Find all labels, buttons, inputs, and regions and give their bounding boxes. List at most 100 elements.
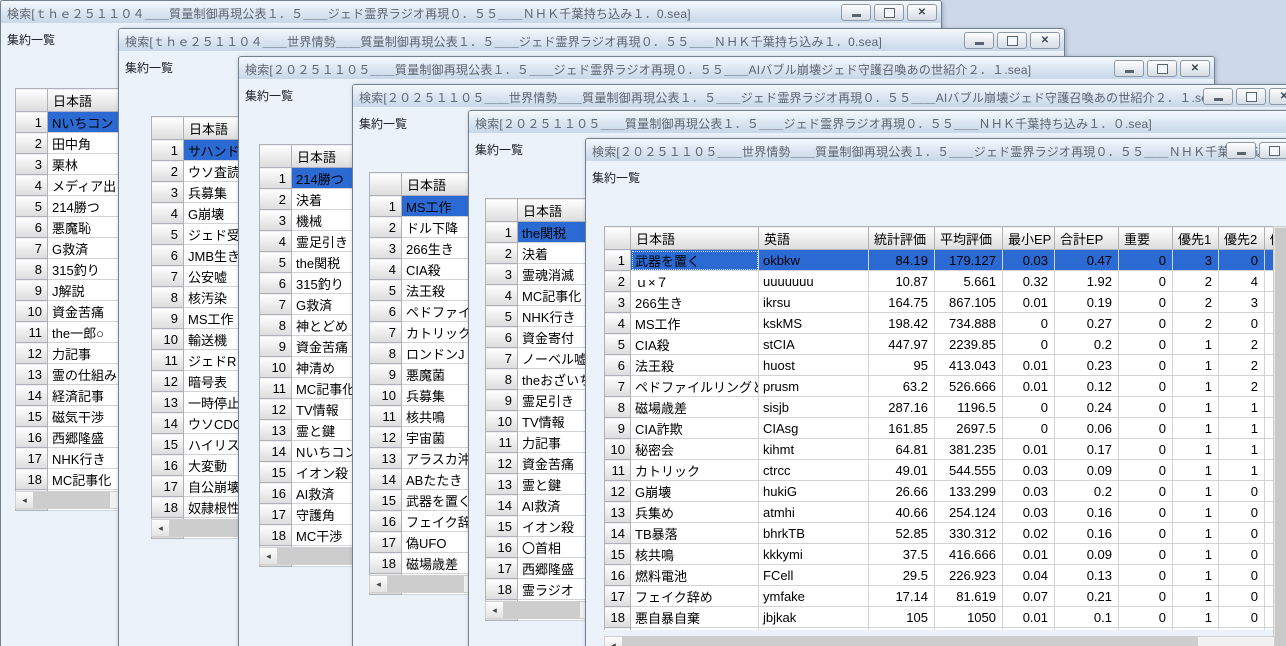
close-button[interactable]: ✕ bbox=[907, 4, 937, 21]
list-item[interactable]: 10 資金苦痛 bbox=[15, 300, 135, 322]
list-item[interactable]: 4 メディア出る bbox=[15, 174, 135, 196]
list-item[interactable]: 9 J解説 bbox=[15, 279, 135, 301]
scrollbar-thumb[interactable] bbox=[623, 637, 1199, 646]
list-item[interactable]: 2 田中角 bbox=[15, 132, 135, 154]
list-item[interactable]: 8 315釣り bbox=[15, 258, 135, 280]
list-item[interactable]: 2 決着 bbox=[485, 242, 598, 264]
list-item[interactable]: 16 〇首相 bbox=[485, 536, 598, 558]
vertical-scrollbar[interactable] bbox=[1273, 226, 1286, 646]
list-item[interactable]: 7 ノーベル嘘 bbox=[485, 347, 598, 369]
table-row[interactable]: 11 カトリック ctrcc 49.01 544.555 0.03 0.09 0 1 1 bbox=[604, 459, 1273, 481]
list-item[interactable]: 18 霊ラジオ bbox=[485, 578, 598, 600]
list-item[interactable]: 12 TV情報 bbox=[259, 398, 364, 420]
list-item[interactable]: 17 NHK行き bbox=[15, 447, 135, 469]
close-button[interactable]: ✕ bbox=[1180, 60, 1210, 77]
table-row[interactable]: 16 燃料電池 FCell 29.5 226.923 0.04 0.13 0 1 0 bbox=[604, 564, 1273, 586]
list-item[interactable]: 7 G救済 bbox=[259, 293, 364, 315]
list-item[interactable]: 8 神とどめ bbox=[259, 314, 364, 336]
list-item[interactable]: 2 決着 bbox=[259, 188, 364, 210]
list-item[interactable]: 15 イオン殺 bbox=[485, 515, 598, 537]
list-item[interactable]: 3 霊魂消滅 bbox=[485, 263, 598, 285]
table-row[interactable]: 6 法王殺 huost 95 413.043 0.01 0.23 0 1 2 bbox=[604, 354, 1273, 376]
scroll-left-button[interactable]: ◂ bbox=[605, 637, 623, 646]
list-item[interactable]: 17 守護角 bbox=[259, 503, 364, 525]
list-item[interactable]: 5 NHK行き bbox=[485, 305, 598, 327]
scroll-left-button[interactable]: ◂ bbox=[16, 492, 34, 508]
horizontal-scrollbar[interactable]: ◂ bbox=[369, 575, 477, 593]
scrollbar-thumb[interactable] bbox=[278, 548, 355, 564]
titlebar[interactable]: 検索[２０２５１１０５＿＿世界情勢＿＿質量制御再現公表１．５＿＿ジェド霊界ラジオ… bbox=[353, 85, 1286, 108]
maximize-button[interactable] bbox=[1147, 60, 1177, 77]
table-row[interactable]: 3 266生き ikrsu 164.75 867.105 0.01 0.19 0 2 3 bbox=[604, 291, 1273, 313]
table-row[interactable]: 5 CIA殺 stCIA 447.97 2239.85 0 0.2 0 1 2 bbox=[604, 333, 1273, 355]
list-item[interactable]: 9 霊足引き bbox=[485, 389, 598, 411]
list-item[interactable]: 12 力記事 bbox=[15, 342, 135, 364]
titlebar[interactable]: 検索[２０２５１１０５＿＿質量制御再現公表１．５＿＿ジェド霊界ラジオ再現０．５５… bbox=[239, 57, 1214, 80]
minimize-button[interactable] bbox=[1226, 142, 1256, 159]
list-item[interactable]: 15 磁気干渉 bbox=[15, 405, 135, 427]
maximize-button[interactable] bbox=[997, 32, 1027, 49]
table-row[interactable]: 19偽UFOnsUFO24.16161.0660.040.15010 bbox=[604, 627, 1273, 630]
list-item[interactable]: 6 資金寄付 bbox=[485, 326, 598, 348]
list-item[interactable]: 9 資金苦痛 bbox=[259, 335, 364, 357]
list-item[interactable]: 1 214勝つ bbox=[259, 167, 364, 189]
titlebar[interactable]: 検索[ｔｈｅ２５１１０４＿＿質量制御再現公表１．５＿＿ジェド霊界ラジオ再現０．５… bbox=[1, 1, 941, 24]
list-item[interactable]: 16 西郷隆盛 bbox=[15, 426, 135, 448]
list-item[interactable]: 16 AI救済 bbox=[259, 482, 364, 504]
maximize-button[interactable] bbox=[1236, 88, 1266, 105]
table-row[interactable]: 7ペドファイルリングとソーprusm63.2526.6660.010.12012 bbox=[604, 375, 1273, 397]
list-item[interactable]: 7 G救済 bbox=[15, 237, 135, 259]
list-item[interactable]: 4 霊足引き bbox=[259, 230, 364, 252]
table-row[interactable]: 1 武器を置く okbkw 84.19 179.127 0.03 0.47 0 3 0 bbox=[604, 249, 1273, 271]
list-item[interactable]: 13 霊と鍵 bbox=[259, 419, 364, 441]
scrollbar-thumb[interactable] bbox=[504, 602, 581, 618]
scrollbar-thumb[interactable] bbox=[170, 520, 247, 536]
scroll-left-button[interactable]: ◂ bbox=[260, 548, 278, 564]
table-row[interactable]: 15 核共鳴 kkkymi 37.5 416.666 0.01 0.09 0 1 0 bbox=[604, 543, 1273, 565]
list-item[interactable]: 14 Nいちコン bbox=[259, 440, 364, 462]
table-row[interactable]: 8 磁場歳差 sisjb 287.16 1196.5 0 0.24 0 1 1 bbox=[604, 396, 1273, 418]
scroll-left-button[interactable]: ◂ bbox=[152, 520, 170, 536]
list-item[interactable]: 11 the一郎○ bbox=[15, 321, 135, 343]
close-button[interactable]: ✕ bbox=[1030, 32, 1060, 49]
list-item[interactable]: 15 イオン殺 bbox=[259, 461, 364, 483]
titlebar[interactable]: 検索[２０２５１１０５＿＿世界情勢＿＿質量制御再現公表１．５＿＿ジェド霊界ラジオ… bbox=[586, 139, 1286, 162]
list-item[interactable]: 5 the関税 bbox=[259, 251, 364, 273]
close-button[interactable]: ✕ bbox=[1269, 88, 1286, 105]
minimize-button[interactable] bbox=[964, 32, 994, 49]
scrollbar-thumb[interactable] bbox=[34, 492, 111, 508]
maximize-button[interactable] bbox=[1259, 142, 1286, 159]
horizontal-scrollbar[interactable]: ◂ bbox=[604, 636, 1275, 646]
minimize-button[interactable] bbox=[1203, 88, 1233, 105]
list-item[interactable]: 10 TV情報 bbox=[485, 410, 598, 432]
list-item[interactable]: 4 MC記事化 bbox=[485, 284, 598, 306]
list-item[interactable]: 1 the関税 bbox=[485, 221, 598, 243]
list-item[interactable]: 18 MC干渉 bbox=[259, 524, 364, 546]
list-item[interactable]: 17 西郷隆盛 bbox=[485, 557, 598, 579]
list-item[interactable]: 5 214勝つ bbox=[15, 195, 135, 217]
list-item[interactable]: 11 力記事 bbox=[485, 431, 598, 453]
scroll-left-button[interactable]: ◂ bbox=[486, 602, 504, 618]
horizontal-scrollbar[interactable]: ◂ bbox=[259, 547, 367, 565]
table-row[interactable]: 13 兵集め atmhi 40.66 254.124 0.03 0.16 0 1 0 bbox=[604, 501, 1273, 523]
horizontal-scrollbar[interactable]: ◂ bbox=[485, 601, 593, 619]
list-item[interactable]: 6 315釣り bbox=[259, 272, 364, 294]
scroll-left-button[interactable]: ◂ bbox=[370, 576, 388, 592]
table-row[interactable]: 17 フェイク辞め ymfake 17.14 81.619 0.07 0.21 0 1 0 bbox=[604, 585, 1273, 607]
minimize-button[interactable] bbox=[841, 4, 871, 21]
titlebar[interactable]: 検索[ｔｈｅ２５１１０４＿＿世界情勢＿＿質量制御再現公表１．５＿＿ジェド霊界ラジ… bbox=[119, 29, 1064, 52]
list-item[interactable]: 3 機械 bbox=[259, 209, 364, 231]
scrollbar-thumb[interactable] bbox=[388, 576, 465, 592]
list-item[interactable]: 12 資金苦痛 bbox=[485, 452, 598, 474]
list-item[interactable]: 18 MC記事化 bbox=[15, 468, 135, 490]
list-item[interactable]: 10 神清め bbox=[259, 356, 364, 378]
scrollbar-thumb[interactable] bbox=[1275, 228, 1286, 646]
table-row[interactable]: 12 G崩壊 hukiG 26.66 133.299 0.03 0.2 0 1 0 bbox=[604, 480, 1273, 502]
table-row[interactable]: 2 ｕ×７ uuuuuuu 10.87 5.661 0.32 1.92 0 2 4 bbox=[604, 270, 1273, 292]
list-item[interactable]: 6 悪魔恥 bbox=[15, 216, 135, 238]
table-row[interactable]: 18 悪自暴自棄 jbjkak 105 1050 0.01 0.1 0 1 0 bbox=[604, 606, 1273, 628]
list-item[interactable]: 3 栗林 bbox=[15, 153, 135, 175]
titlebar[interactable]: 検索[２０２５１１０５＿＿質量制御再現公表１．５＿＿ジェド霊界ラジオ再現０．５５… bbox=[469, 111, 1286, 134]
list-item[interactable]: 11 MC記事化 bbox=[259, 377, 364, 399]
table-row[interactable]: 9 CIA詐欺 CIAsg 161.85 2697.5 0 0.06 0 1 1 bbox=[604, 417, 1273, 439]
